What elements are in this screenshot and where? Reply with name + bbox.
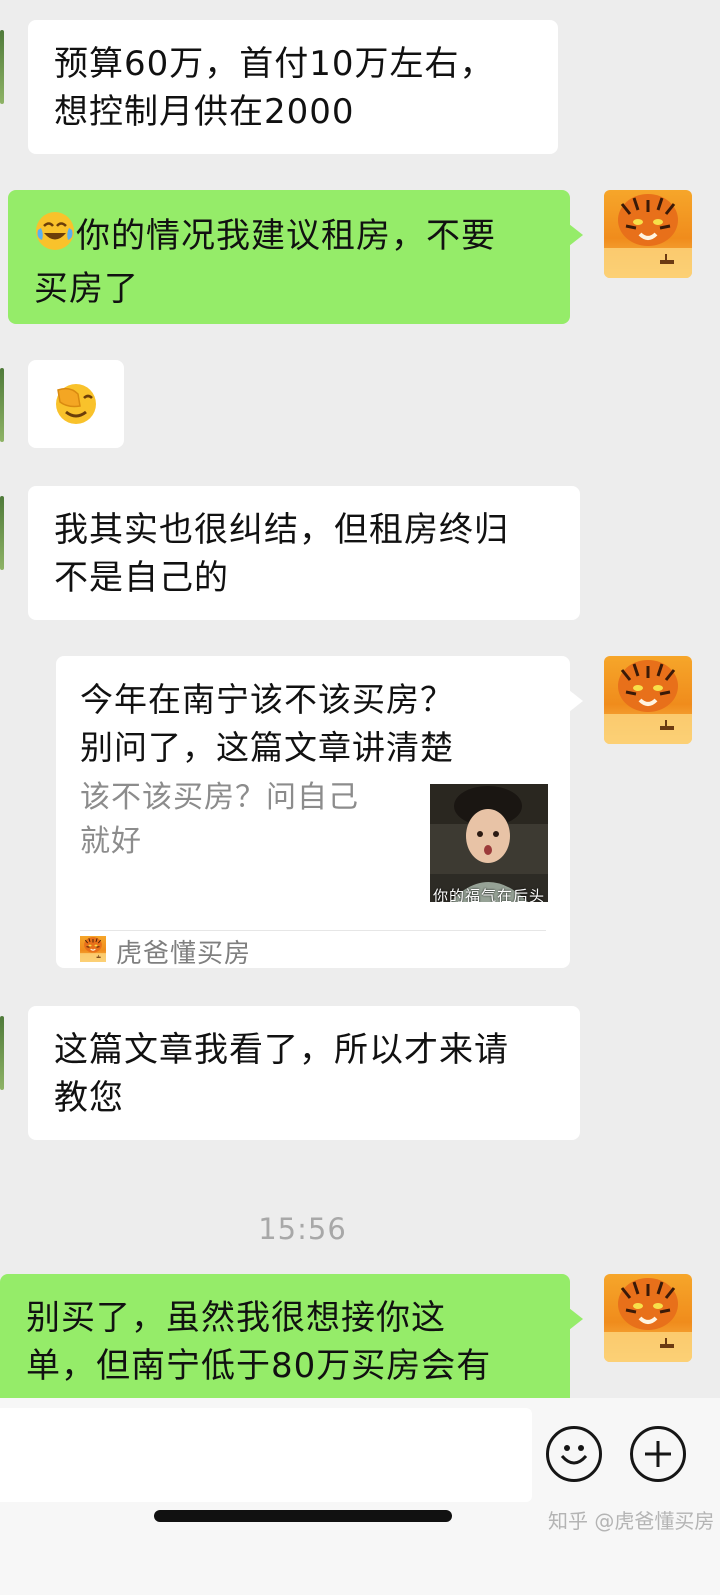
received-message[interactable]: 这篇文章我看了，所以才来请 教您 bbox=[28, 1006, 580, 1140]
message-line: 预算60万，首付10万左右， bbox=[54, 44, 495, 84]
article-source: 虎爸懂买房 bbox=[80, 934, 251, 974]
my-avatar[interactable] bbox=[604, 1274, 692, 1362]
watermark: 知乎 @虎爸懂买房 bbox=[548, 1509, 715, 1533]
facepalm-emoji bbox=[54, 382, 98, 439]
contact-avatar[interactable] bbox=[0, 496, 4, 570]
timestamp: 15:56 bbox=[258, 1212, 347, 1246]
message-line: 别买了，虽然我很想接你这 bbox=[26, 1298, 446, 1338]
sent-message[interactable]: 你的情况我建议租房，不要 买房了 bbox=[8, 190, 583, 324]
home-indicator[interactable] bbox=[154, 1510, 452, 1522]
message-line: 这篇文章我看了，所以才来请 bbox=[54, 1030, 509, 1070]
contact-avatar[interactable] bbox=[0, 30, 4, 104]
contact-avatar[interactable] bbox=[0, 368, 4, 442]
my-avatar[interactable] bbox=[604, 656, 692, 744]
message-line: 买房了 bbox=[34, 269, 139, 309]
article-description: 该不该买房？问自己 就好 bbox=[80, 776, 380, 864]
plus-icon[interactable] bbox=[630, 1426, 686, 1482]
received-message[interactable]: 预算60万，首付10万左右， 想控制月供在2000 bbox=[28, 20, 558, 154]
source-avatar-icon bbox=[80, 930, 106, 978]
message-line: 单，但南宁低于80万买房会有 bbox=[26, 1346, 492, 1386]
message-line: 想控制月供在2000 bbox=[54, 92, 355, 132]
input-bar bbox=[0, 1398, 720, 1595]
source-name: 虎爸懂买房 bbox=[116, 939, 252, 969]
message-line: 教您 bbox=[54, 1078, 124, 1118]
article-description-line: 就好 bbox=[80, 824, 142, 859]
article-thumbnail: 你的福气在后头 bbox=[430, 784, 548, 902]
thumbnail-caption: 你的福气在后头 bbox=[432, 887, 545, 902]
article-title: 今年在南宁该不该买房？ 别问了，这篇文章讲清楚 bbox=[80, 676, 520, 772]
chat-area[interactable]: 预算60万，首付10万左右， 想控制月供在2000 你的情况我建议租房，不要 买… bbox=[0, 0, 720, 1398]
article-title-line: 今年在南宁该不该买房？ bbox=[80, 680, 454, 719]
smiley-face-icon[interactable] bbox=[546, 1426, 602, 1482]
article-card[interactable]: 今年在南宁该不该买房？ 别问了，这篇文章讲清楚 该不该买房？问自己 就好 你的福… bbox=[56, 656, 583, 969]
my-avatar[interactable] bbox=[604, 190, 692, 278]
received-message[interactable]: 我其实也很纠结，但租房终归 不是自己的 bbox=[28, 486, 580, 620]
message-line: 不是自己的 bbox=[54, 558, 229, 598]
contact-avatar[interactable] bbox=[0, 1016, 4, 1090]
message-line: 我其实也很纠结，但租房终归 bbox=[54, 510, 509, 550]
received-message[interactable] bbox=[28, 360, 124, 448]
sent-message[interactable]: 别买了，虽然我很想接你这 单，但南宁低于80万买房会有 bbox=[0, 1274, 583, 1398]
message-input[interactable] bbox=[0, 1408, 532, 1502]
joy-emoji bbox=[34, 210, 76, 265]
message-line: 你的情况我建议租房，不要 bbox=[76, 216, 496, 256]
article-title-line: 别问了，这篇文章讲清楚 bbox=[80, 728, 454, 767]
article-description-line: 该不该买房？问自己 bbox=[80, 780, 359, 815]
